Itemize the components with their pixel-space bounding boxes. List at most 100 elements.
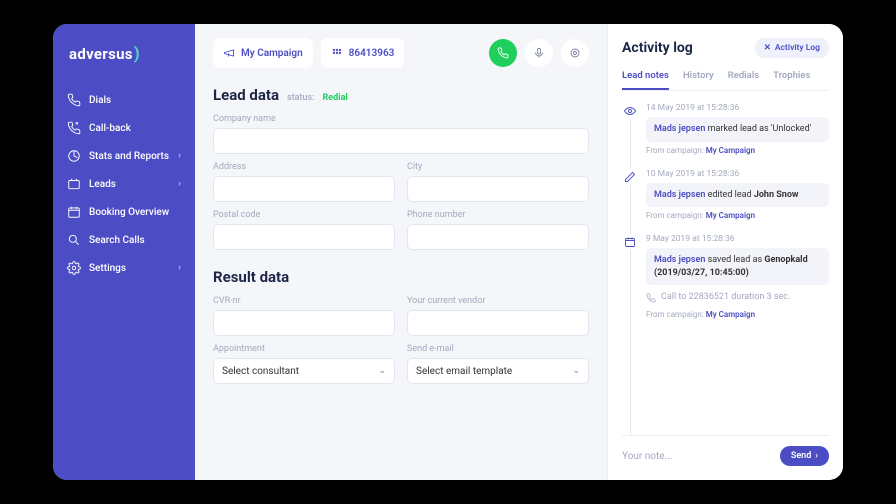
- label-company: Company name: [213, 114, 589, 124]
- activity-timeline: 14 May 2019 at 15:28:36 Mads jepsen mark…: [622, 103, 829, 435]
- status-value: Redial: [323, 93, 348, 103]
- field-address: Address: [213, 162, 395, 202]
- label-email: Send e-mail: [407, 344, 589, 354]
- label-vendor: Your current vendor: [407, 296, 589, 306]
- note-input[interactable]: [622, 451, 772, 462]
- sidebar-item-leads[interactable]: Leads ›: [53, 170, 195, 198]
- entry-timestamp: 10 May 2019 at 15:28:36: [646, 169, 829, 179]
- sidebar-item-stats[interactable]: Stats and Reports ›: [53, 142, 195, 170]
- lead-form: Company name Address City Postal code Ph…: [213, 114, 589, 250]
- entry-user: Mads jepsen: [654, 124, 705, 134]
- close-icon: ✕: [764, 43, 771, 53]
- send-button[interactable]: Send ›: [780, 446, 829, 466]
- entry-bubble: Mads jepsen edited lead John Snow: [646, 183, 829, 208]
- field-phone: Phone number: [407, 210, 589, 250]
- tab-history[interactable]: History: [683, 70, 714, 90]
- edit-icon: [622, 169, 638, 185]
- field-cvr: CVR-nr: [213, 296, 395, 336]
- app-window: adversus) Dials Call-back Stats and Repo…: [53, 24, 843, 480]
- sidebar-item-label: Booking Overview: [89, 207, 169, 218]
- lead-title: Lead data: [213, 86, 279, 104]
- input-address[interactable]: [213, 176, 395, 202]
- activity-log-button[interactable]: ✕ Activity Log: [755, 38, 829, 58]
- sidebar-item-search[interactable]: Search Calls: [53, 226, 195, 254]
- mic-button[interactable]: [525, 39, 553, 67]
- result-form: CVR-nr Your current vendor Appointment S…: [213, 296, 589, 384]
- sidebar-item-dials[interactable]: Dials: [53, 86, 195, 114]
- input-cvr[interactable]: [213, 310, 395, 336]
- result-title: Result data: [213, 268, 289, 286]
- chevron-right-icon: ›: [178, 151, 181, 161]
- campaign-name: My Campaign: [241, 48, 303, 59]
- timeline-entry: 14 May 2019 at 15:28:36 Mads jepsen mark…: [622, 103, 829, 155]
- select-appointment-value: Select consultant: [222, 366, 299, 377]
- field-appointment: Appointment Select consultant ⌄: [213, 344, 395, 384]
- field-company: Company name: [213, 114, 589, 154]
- sidebar: adversus) Dials Call-back Stats and Repo…: [53, 24, 195, 480]
- entry-text: marked lead as 'Unlocked': [705, 124, 811, 134]
- chevron-right-icon: ›: [178, 263, 181, 273]
- status-label: status:: [287, 93, 315, 103]
- label-city: City: [407, 162, 589, 172]
- sidebar-item-settings[interactable]: Settings ›: [53, 254, 195, 282]
- result-section-title: Result data: [213, 268, 589, 286]
- chevron-down-icon: ⌄: [378, 366, 386, 376]
- sidebar-item-label: Leads: [89, 179, 116, 190]
- entry-timestamp: 14 May 2019 at 15:28:36: [646, 103, 829, 113]
- gear-icon: [67, 261, 81, 275]
- chevron-right-icon: ›: [178, 179, 181, 189]
- brand-paren-icon: ): [134, 44, 140, 64]
- input-vendor[interactable]: [407, 310, 589, 336]
- entry-user: Mads jepsen: [654, 190, 705, 200]
- label-phone: Phone number: [407, 210, 589, 220]
- tab-redials[interactable]: Redials: [728, 70, 759, 90]
- field-city: City: [407, 162, 589, 202]
- select-email-value: Select email template: [416, 366, 512, 377]
- tab-lead-notes[interactable]: Lead notes: [622, 70, 669, 90]
- entry-text: edited lead: [705, 190, 753, 200]
- brand-logo: adversus): [53, 44, 195, 86]
- main-area: My Campaign 86413963 Lead data status: R…: [195, 24, 843, 480]
- entry-suffix: John Snow: [754, 190, 799, 200]
- label-postal: Postal code: [213, 210, 395, 220]
- leads-icon: [67, 177, 81, 191]
- entry-meta: From campaign: My Campaign: [646, 146, 829, 155]
- chevron-down-icon: ⌄: [572, 366, 580, 376]
- sidebar-item-label: Settings: [89, 263, 126, 274]
- select-email[interactable]: Select email template ⌄: [407, 358, 589, 384]
- label-address: Address: [213, 162, 395, 172]
- phone-icon: [67, 93, 81, 107]
- entry-text: saved lead as: [705, 255, 764, 265]
- activity-panel: Activity log ✕ Activity Log Lead notes H…: [607, 24, 843, 480]
- field-vendor: Your current vendor: [407, 296, 589, 336]
- select-appointment[interactable]: Select consultant ⌄: [213, 358, 395, 384]
- campaign-pill[interactable]: My Campaign: [213, 38, 313, 68]
- label-appointment: Appointment: [213, 344, 395, 354]
- tab-trophies[interactable]: Trophies: [773, 70, 810, 90]
- target-button[interactable]: [561, 39, 589, 67]
- input-city[interactable]: [407, 176, 589, 202]
- dialpad-number: 86413963: [349, 48, 395, 59]
- entry-timestamp: 9 May 2019 at 15:28:36: [646, 234, 829, 244]
- entry-user: Mads jepsen: [654, 255, 705, 265]
- timeline-entry: 10 May 2019 at 15:28:36 Mads jepsen edit…: [622, 169, 829, 221]
- activity-header: Activity log ✕ Activity Log: [622, 38, 829, 58]
- dialpad-pill[interactable]: 86413963: [321, 38, 405, 68]
- sidebar-item-booking[interactable]: Booking Overview: [53, 198, 195, 226]
- sidebar-nav: Dials Call-back Stats and Reports › Lead…: [53, 86, 195, 282]
- topbar: My Campaign 86413963: [213, 38, 589, 68]
- chevron-right-icon: ›: [815, 451, 818, 461]
- field-postal: Postal code: [213, 210, 395, 250]
- sidebar-item-label: Stats and Reports: [89, 151, 169, 162]
- input-phone[interactable]: [407, 224, 589, 250]
- lead-section-title: Lead data status: Redial: [213, 86, 589, 104]
- call-button[interactable]: [489, 39, 517, 67]
- center-panel: My Campaign 86413963 Lead data status: R…: [195, 24, 607, 480]
- note-bar: Send ›: [622, 435, 829, 480]
- input-company[interactable]: [213, 128, 589, 154]
- sidebar-item-callback[interactable]: Call-back: [53, 114, 195, 142]
- input-postal[interactable]: [213, 224, 395, 250]
- callback-icon: [67, 121, 81, 135]
- brand-text: adversus: [69, 45, 133, 63]
- entry-meta: From campaign: My Campaign: [646, 310, 829, 319]
